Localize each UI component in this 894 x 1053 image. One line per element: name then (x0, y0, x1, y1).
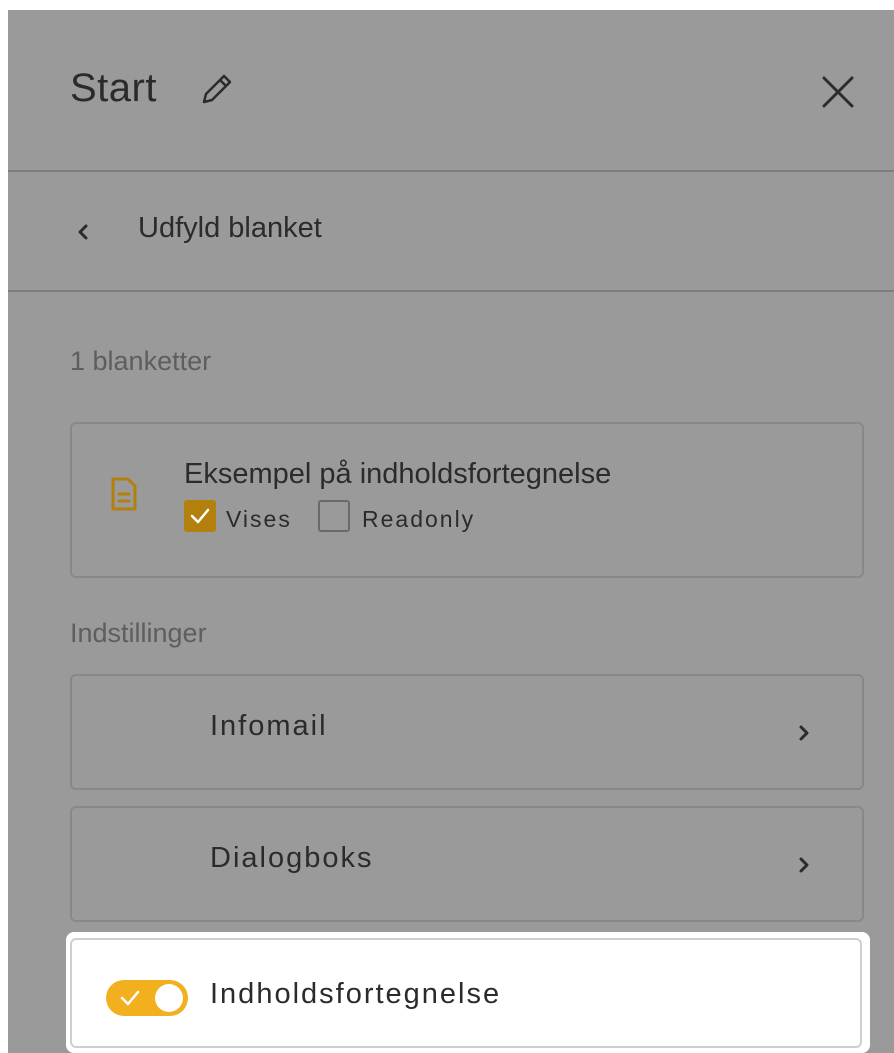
readonly-checkbox[interactable] (318, 500, 350, 532)
form-title[interactable]: Eksempel på indholdsfortegnelse (184, 458, 611, 491)
document-icon (110, 476, 138, 512)
page-title: Start (70, 66, 157, 110)
settings-row-infomail[interactable]: Infomail (70, 674, 864, 790)
toc-toggle[interactable] (106, 980, 188, 1016)
chevron-left-icon[interactable] (72, 220, 92, 244)
close-icon[interactable] (820, 74, 856, 110)
vises-label: Vises (226, 506, 292, 532)
side-panel: Start Udfyld blanket 1 blanketter Eksemp… (8, 10, 894, 1053)
settings-heading: Indstillinger (70, 618, 207, 648)
pencil-icon[interactable] (198, 70, 236, 108)
form-card[interactable]: Eksempel på indholdsfortegnelse Vises Re… (70, 422, 864, 578)
breadcrumb-label[interactable]: Udfyld blanket (138, 212, 322, 245)
chevron-right-icon (796, 854, 812, 876)
settings-row-dialogboks[interactable]: Dialogboks (70, 806, 864, 922)
panel-header: Start (8, 10, 894, 172)
settings-row-label: Infomail (210, 710, 328, 742)
vises-checkbox[interactable] (184, 500, 216, 532)
forms-count: 1 blanketter (70, 346, 212, 376)
toc-setting-highlight: Indholdsfortegnelse (66, 932, 870, 1053)
breadcrumb[interactable]: Udfyld blanket (8, 172, 894, 292)
readonly-label: Readonly (362, 506, 476, 532)
settings-row-indholdsfortegnelse[interactable]: Indholdsfortegnelse (70, 938, 862, 1048)
toc-toggle-label: Indholdsfortegnelse (210, 978, 502, 1010)
settings-row-label: Dialogboks (210, 842, 374, 874)
chevron-right-icon (796, 722, 812, 744)
toggle-knob (155, 984, 183, 1012)
